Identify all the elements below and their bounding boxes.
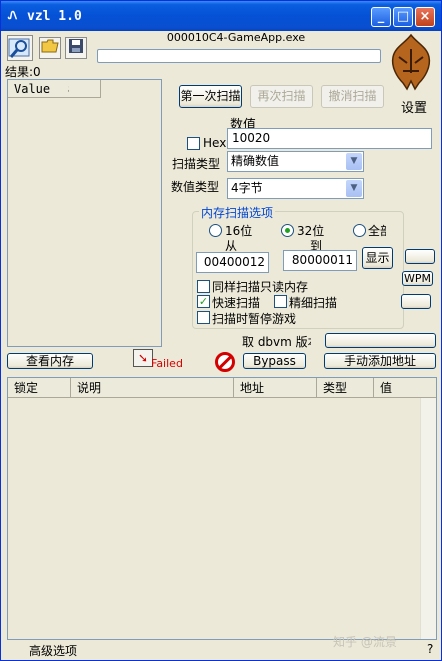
title-bar[interactable]: Ꮑ vzl 1.0 _ □ ×	[1, 1, 441, 31]
pause-game-label: 扫描时暂停游戏	[212, 312, 297, 326]
cheat-table[interactable]: 锁定 说明 地址 类型 值	[7, 377, 437, 640]
arrow-icon[interactable]: ➘	[133, 349, 153, 367]
pause-game-checkbox[interactable]	[197, 311, 210, 324]
hex-checkbox[interactable]	[187, 137, 200, 150]
chevron-down-icon: ▼	[346, 153, 362, 170]
from-address-input[interactable]: 00400012	[196, 252, 269, 273]
close-button[interactable]: ×	[415, 7, 435, 27]
main-window: Ꮑ vzl 1.0 _ □ × 000010C4-GameApp.exe 设置	[0, 0, 442, 661]
value-input[interactable]: 10020	[227, 128, 432, 149]
all-label: 全部	[368, 224, 386, 238]
process-name: 000010C4-GameApp.exe	[166, 31, 306, 44]
lock-column-header[interactable]: 锁定	[8, 378, 71, 398]
next-scan-button[interactable]: 再次扫描	[250, 85, 313, 108]
wpm-button[interactable]: WPM	[402, 271, 433, 286]
app-logo[interactable]	[389, 33, 433, 91]
value-column-header[interactable]: Value	[8, 80, 68, 98]
fast-scan-label: 快速扫描	[212, 296, 261, 310]
result-count: 结果:0	[5, 65, 41, 79]
value-column-header[interactable]: 值	[374, 378, 436, 398]
side-button-2[interactable]	[401, 294, 431, 309]
undo-scan-button[interactable]: 撤消扫描	[321, 85, 384, 108]
fine-scan-label: 精细扫描	[289, 296, 338, 310]
scan-type-label: 扫描类型	[172, 157, 221, 171]
vertical-scrollbar[interactable]	[420, 398, 436, 639]
same-readonly-label: 同样扫描只读内存	[212, 280, 309, 294]
fast-scan-checkbox[interactable]: ✓	[197, 295, 210, 308]
value-type-label: 数值类型	[171, 180, 220, 194]
window-title: vzl 1.0	[27, 9, 82, 24]
side-button-1[interactable]	[405, 249, 435, 264]
fine-scan-checkbox[interactable]	[274, 295, 287, 308]
bit16-radio[interactable]	[209, 224, 222, 237]
folder-icon	[41, 39, 59, 53]
settings-label[interactable]: 设置	[401, 97, 427, 116]
all-radio[interactable]	[353, 224, 366, 237]
same-readonly-checkbox[interactable]	[197, 280, 210, 293]
floppy-disk-icon	[69, 39, 83, 53]
failed-status: Failed	[151, 357, 183, 370]
address-column-header[interactable]: 地址	[234, 378, 317, 398]
process-search-icon	[8, 38, 30, 58]
stop-icon[interactable]	[215, 352, 235, 372]
value-type-select[interactable]: 4字节 ▼	[227, 178, 364, 199]
first-scan-button[interactable]: 第一次扫描	[179, 85, 242, 108]
bypass-button[interactable]: Bypass	[243, 353, 306, 369]
scan-type-value: 精确数值	[231, 154, 280, 168]
help-button[interactable]: ?	[427, 642, 433, 656]
bit32-radio[interactable]	[281, 224, 294, 237]
logo-icon	[391, 33, 431, 91]
chevron-down-icon: ▼	[346, 180, 362, 197]
scan-progress-bar	[97, 49, 381, 63]
minimize-button[interactable]: _	[371, 7, 391, 27]
hex-label: Hex	[203, 136, 227, 150]
description-column-header[interactable]: 说明	[71, 378, 234, 398]
view-memory-button[interactable]: 查看内存	[7, 353, 93, 369]
watermark: 知乎 @流景	[333, 635, 397, 649]
open-process-button[interactable]	[7, 35, 33, 61]
dbvm-version-label: 取 dbvm 版本	[242, 335, 311, 349]
dbvm-button[interactable]	[325, 333, 436, 348]
value-type-value: 4字节	[231, 181, 263, 195]
app-icon: Ꮑ	[8, 9, 18, 22]
to-address-input[interactable]: 80000011	[283, 250, 357, 271]
open-file-button[interactable]	[39, 37, 61, 59]
memory-scan-options-title: 内存扫描选项	[199, 204, 276, 221]
type-column-header[interactable]: 类型	[317, 378, 374, 398]
add-address-manually-button[interactable]: 手动添加地址	[324, 353, 436, 369]
scan-type-select[interactable]: 精确数值 ▼	[227, 151, 364, 172]
show-button[interactable]: 显示	[362, 247, 393, 269]
save-button[interactable]	[65, 37, 87, 59]
advanced-options-label[interactable]: 高级选项	[29, 642, 77, 659]
found-address-list[interactable]: Address Value	[7, 79, 162, 347]
maximize-button[interactable]: □	[393, 7, 413, 27]
